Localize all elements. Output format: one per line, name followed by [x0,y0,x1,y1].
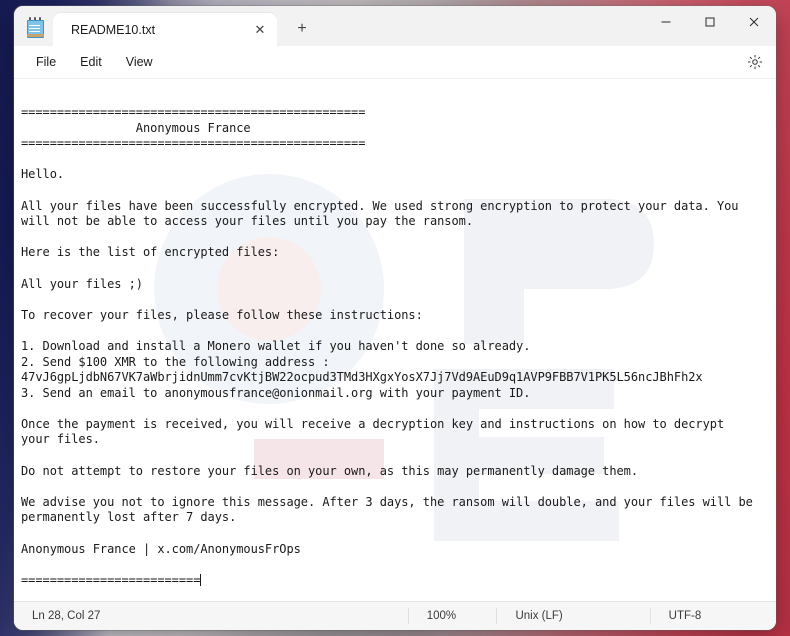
gear-icon[interactable] [742,49,768,75]
status-encoding[interactable]: UTF-8 [649,608,776,624]
title-bar: README10.txt ✕ + [14,6,776,46]
status-bar: Ln 28, Col 27 100% Unix (LF) UTF-8 [14,601,776,630]
notepad-icon [26,17,44,38]
close-tab-icon[interactable]: ✕ [249,19,271,41]
tab-readme10-txt[interactable]: README10.txt ✕ [53,13,277,46]
notepad-window: README10.txt ✕ + File Edit View ========… [14,6,776,630]
maximize-icon[interactable] [688,6,732,38]
window-controls [644,6,776,38]
menu-item-view[interactable]: View [114,50,165,74]
menu-item-file[interactable]: File [24,50,68,74]
tab-strip: README10.txt ✕ + [53,6,317,46]
status-line-column: Ln 28, Col 27 [32,610,101,622]
ransom-note-text[interactable]: ========================================… [14,79,776,588]
menu-item-edit[interactable]: Edit [68,50,114,74]
text-editor-area[interactable]: ========================================… [14,79,776,601]
status-line-ending[interactable]: Unix (LF) [496,608,649,624]
close-window-icon[interactable] [732,6,776,38]
minimize-icon[interactable] [644,6,688,38]
new-tab-icon[interactable]: + [287,14,317,44]
tab-title-label: README10.txt [71,22,156,37]
text-caret [200,573,202,586]
desktop-background: README10.txt ✕ + File Edit View ========… [0,0,790,636]
status-zoom-level[interactable]: 100% [407,608,497,624]
menu-bar: File Edit View [14,46,776,79]
